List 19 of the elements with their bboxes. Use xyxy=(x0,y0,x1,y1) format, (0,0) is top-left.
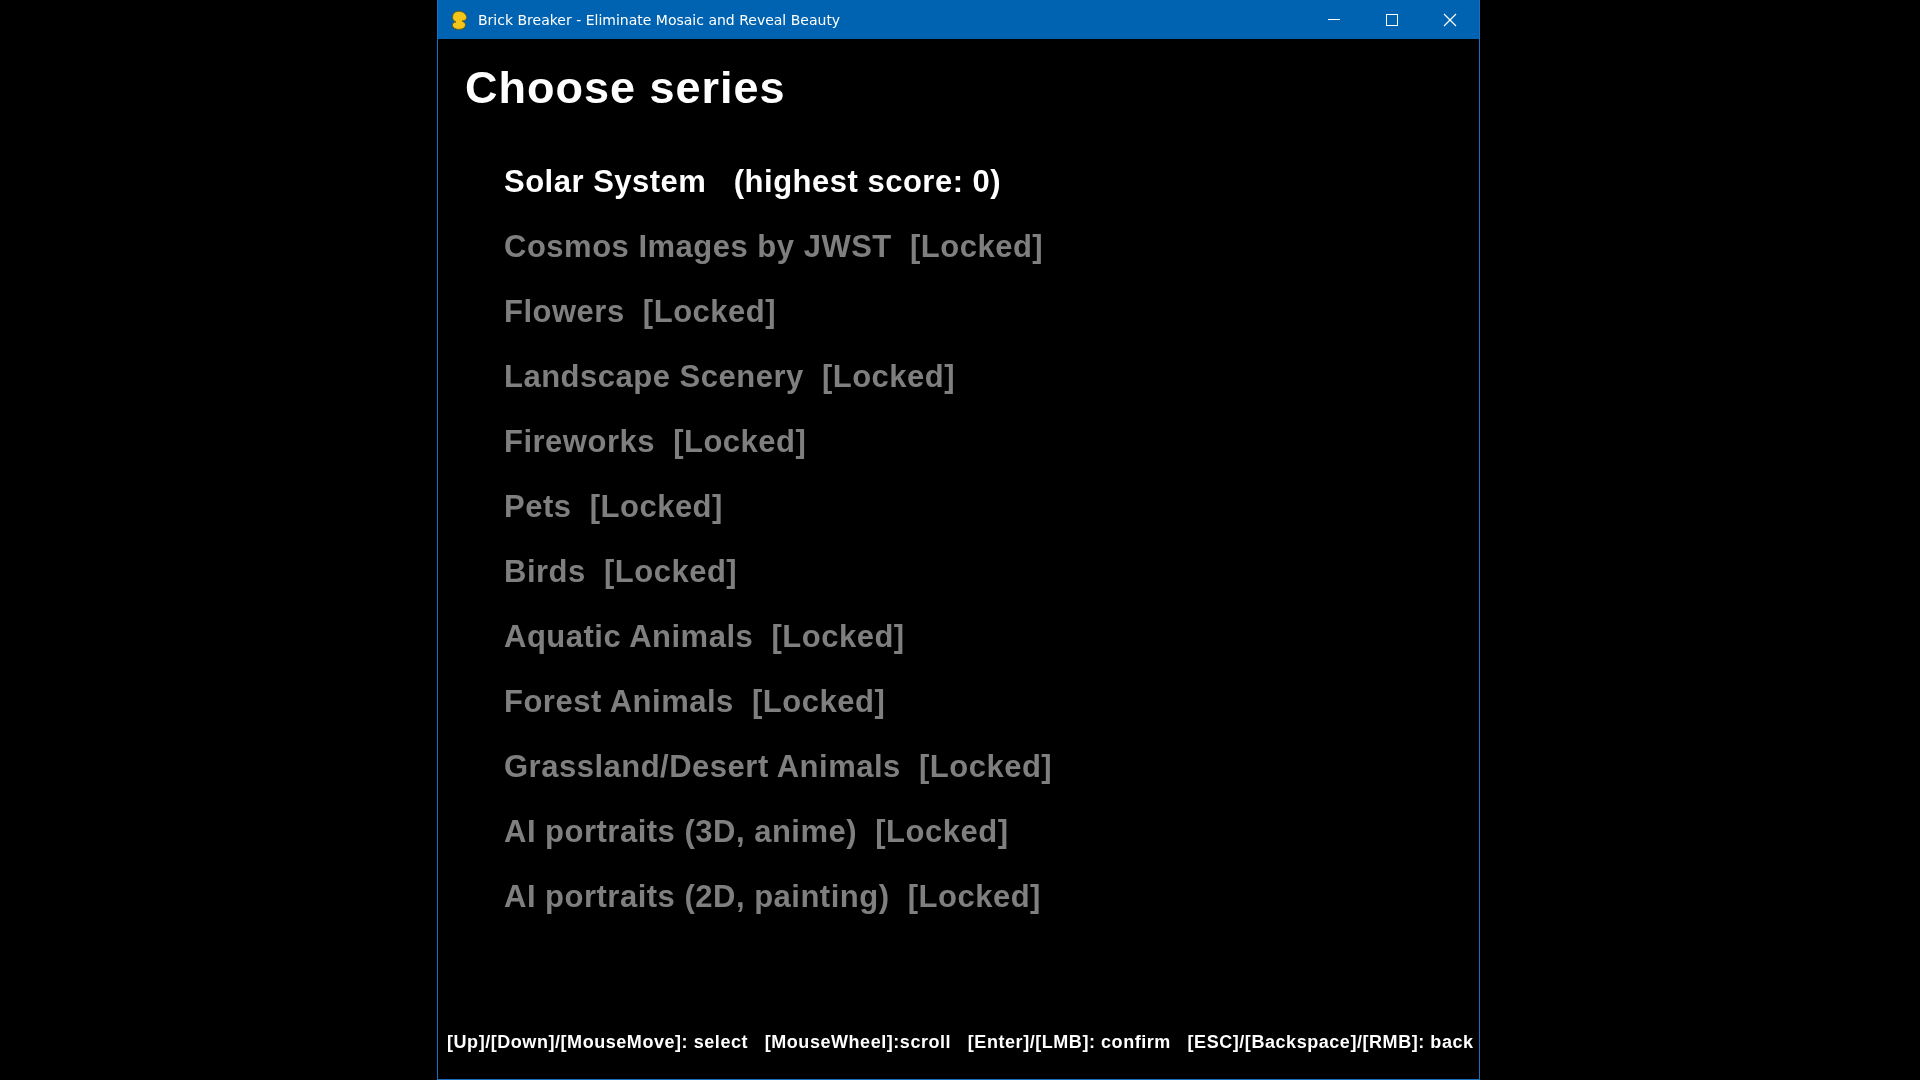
series-item[interactable]: Birds [Locked] xyxy=(504,539,738,604)
series-item[interactable]: Forest Animals [Locked] xyxy=(504,669,886,734)
series-item[interactable]: Aquatic Animals [Locked] xyxy=(504,604,905,669)
series-item[interactable]: Pets [Locked] xyxy=(504,474,723,539)
series-item[interactable]: AI portraits (2D, painting) [Locked] xyxy=(504,864,1041,929)
series-item[interactable]: Flowers [Locked] xyxy=(504,279,777,344)
series-item[interactable]: Grassland/Desert Animals [Locked] xyxy=(504,734,1053,799)
window-title: Brick Breaker - Eliminate Mosaic and Reveal Beauty xyxy=(478,11,842,28)
page-heading: Choose series xyxy=(465,61,787,115)
close-icon xyxy=(1443,12,1457,27)
snake-icon xyxy=(450,9,470,30)
series-item[interactable]: Cosmos Images by JWST [Locked] xyxy=(504,214,1044,279)
series-item[interactable]: Landscape Scenery [Locked] xyxy=(504,344,956,409)
series-item[interactable]: AI portraits (3D, anime) [Locked] xyxy=(504,799,1009,864)
series-item[interactable]: Fireworks [Locked] xyxy=(504,409,807,474)
maximize-icon xyxy=(1385,12,1399,27)
series-item[interactable]: Solar System (highest score: 0) xyxy=(504,149,1002,214)
controls-hint: [Up]/[Down]/[MouseMove]: select [MouseWheel]:scroll [Enter]/[LMB]: confirm [ESC]/[Backspace]/[RMB]: back xyxy=(447,1032,1474,1053)
minimize-icon xyxy=(1327,19,1341,20)
